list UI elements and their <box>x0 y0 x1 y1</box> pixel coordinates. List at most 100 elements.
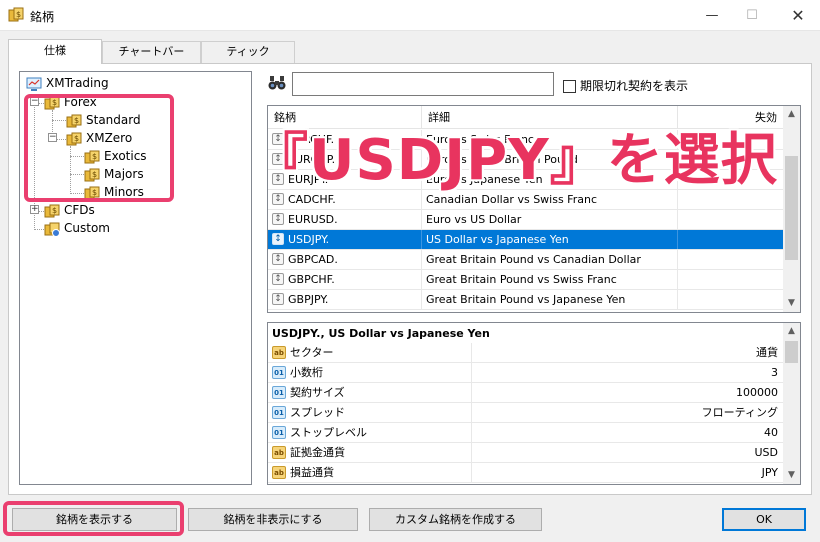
property-label: 小数桁 <box>290 366 323 379</box>
symbol-cell: ↕ GBPCHF. <box>268 270 422 289</box>
properties-scrollbar[interactable]: ▲ ▼ <box>783 323 800 484</box>
property-value: 通貨 <box>756 346 778 359</box>
property-label: スプレッド <box>290 406 345 419</box>
tree-label: XMTrading <box>46 76 109 90</box>
tree-node-custom[interactable]: Custom <box>44 219 110 237</box>
property-row[interactable]: 01 ストップレベル 40 <box>268 423 784 443</box>
tab-specification[interactable]: 仕様 <box>8 39 102 64</box>
symbol-cell: ↕ USDJPY. <box>268 230 422 249</box>
show-expired-checkbox[interactable] <box>563 80 576 93</box>
property-row[interactable]: ab 証拠金通貨 USD <box>268 443 784 463</box>
symbol-name: GBPJPY. <box>288 293 329 306</box>
hide-symbol-button[interactable]: 銘柄を非表示にする <box>188 508 358 531</box>
symbol-row-icon: ↕ <box>272 273 284 285</box>
window-title: 銘柄 <box>30 10 55 24</box>
title-bar: $ 銘柄 — ☐ ✕ <box>0 0 820 31</box>
show-symbol-button[interactable]: 銘柄を表示する <box>12 508 177 531</box>
show-expired-toggle[interactable]: 期限切れ契約を表示 <box>563 77 688 93</box>
property-name: 01 契約サイズ <box>268 383 472 402</box>
svg-text:$: $ <box>92 188 97 197</box>
search-input[interactable] <box>292 72 554 96</box>
symbols-table[interactable]: 銘柄 詳細 失効 ↕ EURCHF. Euro vs Swiss Franc ↕ EUR… <box>267 105 801 313</box>
binoculars-icon[interactable] <box>268 75 286 91</box>
symbol-cell: ↕ EURGBP. <box>268 150 422 169</box>
svg-text:$: $ <box>92 170 97 179</box>
property-name: 01 ストップレベル <box>268 423 472 442</box>
symbol-tree[interactable]: XMTrading − $ Forex $ Standard − $ XMZer… <box>19 71 252 485</box>
folder-symbol-icon: $ <box>84 168 100 181</box>
folder-symbol-icon: $ <box>66 114 82 127</box>
tree-node-xmzero[interactable]: $ XMZero <box>66 129 132 147</box>
scroll-down-arrow-icon[interactable]: ▼ <box>783 295 800 312</box>
folder-symbol-icon: $ <box>84 186 100 199</box>
table-row[interactable]: ↕ GBPCAD. Great Britain Pound vs Canadian … <box>268 250 784 270</box>
table-header: 銘柄 詳細 失効 <box>268 106 784 129</box>
symbol-name: EURJPY. <box>288 173 329 186</box>
svg-text:$: $ <box>52 98 57 107</box>
table-scrollbar[interactable]: ▲ ▼ <box>783 106 800 312</box>
property-row[interactable]: 01 小数桁 3 <box>268 363 784 383</box>
property-row[interactable]: ab 損益通貨 JPY <box>268 463 784 483</box>
table-row[interactable]: ↕ EURGBP. Euro vs Great Britain Pound <box>268 150 784 170</box>
expiration-cell <box>678 210 784 229</box>
table-row[interactable]: ↕ EURUSD. Euro vs US Dollar <box>268 210 784 230</box>
tab-chart-bars[interactable]: チャートバー <box>102 41 201 63</box>
scroll-thumb[interactable] <box>785 341 798 363</box>
property-label: 損益通貨 <box>290 466 334 479</box>
description-cell: Canadian Dollar vs Swiss Franc <box>422 190 678 209</box>
table-row[interactable]: ↕ GBPCHF. Great Britain Pound vs Swiss Fra… <box>268 270 784 290</box>
table-row[interactable]: ↕ GBPJPY. Great Britain Pound vs Japanese … <box>268 290 784 310</box>
scroll-up-arrow-icon[interactable]: ▲ <box>783 106 800 123</box>
property-value: JPY <box>761 466 778 479</box>
show-expired-label: 期限切れ契約を表示 <box>580 79 689 93</box>
tree-node-standard[interactable]: $ Standard <box>66 111 141 129</box>
expand-cfds-icon[interactable]: + <box>30 205 39 214</box>
tree-node-exotics[interactable]: $ Exotics <box>84 147 147 165</box>
tree-label: CFDs <box>64 203 95 217</box>
tree-node-xmtrading[interactable]: XMTrading <box>26 74 109 92</box>
minimize-button[interactable]: — <box>692 0 732 31</box>
tree-node-forex[interactable]: $ Forex <box>44 93 97 111</box>
column-header-symbol[interactable]: 銘柄 <box>268 106 422 129</box>
column-header-expiration[interactable]: 失効 <box>678 106 784 129</box>
symbol-name: GBPCAD. <box>288 253 338 266</box>
ok-button[interactable]: OK <box>722 508 806 531</box>
tree-node-majors[interactable]: $ Majors <box>84 165 144 183</box>
scroll-down-arrow-icon[interactable]: ▼ <box>783 467 800 484</box>
maximize-button[interactable]: ☐ <box>732 0 772 31</box>
close-button[interactable]: ✕ <box>778 0 818 31</box>
description-cell: Euro vs Japanese Yen <box>422 170 678 189</box>
table-row[interactable]: ↕ EURCHF. Euro vs Swiss Franc <box>268 130 784 150</box>
collapse-forex-icon[interactable]: − <box>30 97 39 106</box>
property-row[interactable]: ab セクター 通貨 <box>268 343 784 363</box>
property-row[interactable]: 01 スプレッド フローティング <box>268 403 784 423</box>
numeric-property-icon: 01 <box>272 386 286 399</box>
custom-symbol-icon <box>44 222 60 237</box>
scroll-up-arrow-icon[interactable]: ▲ <box>783 323 800 340</box>
property-label: セクター <box>290 346 334 359</box>
tree-node-cfds[interactable]: $ CFDs <box>44 201 95 219</box>
symbol-cell: ↕ EURJPY. <box>268 170 422 189</box>
expiration-cell <box>678 170 784 189</box>
description-cell: US Dollar vs Japanese Yen <box>422 230 678 249</box>
symbol-name: EURCHF. <box>288 133 335 146</box>
property-row[interactable]: 01 契約サイズ 100000 <box>268 383 784 403</box>
table-row[interactable]: ↕ EURJPY. Euro vs Japanese Yen <box>268 170 784 190</box>
tree-label: Minors <box>104 185 144 199</box>
symbol-name: USDJPY. <box>288 233 330 246</box>
numeric-property-icon: 01 <box>272 426 286 439</box>
scroll-thumb[interactable] <box>785 156 798 260</box>
tab-ticks[interactable]: ティック <box>201 41 295 63</box>
create-custom-symbol-button[interactable]: カスタム銘柄を作成する <box>369 508 542 531</box>
tree-node-minors[interactable]: $ Minors <box>84 183 144 201</box>
table-row[interactable]: ↕ CADCHF. Canadian Dollar vs Swiss Franc <box>268 190 784 210</box>
collapse-xmzero-icon[interactable]: − <box>48 133 57 142</box>
property-label: 証拠金通貨 <box>290 446 345 459</box>
expiration-cell <box>678 250 784 269</box>
symbols-app-icon: $ <box>8 7 24 22</box>
property-value: フローティング <box>701 406 778 419</box>
svg-text:$: $ <box>74 116 79 125</box>
column-header-description[interactable]: 詳細 <box>422 106 678 129</box>
table-row[interactable]: ↕ USDJPY. US Dollar vs Japanese Yen <box>268 230 784 250</box>
symbol-properties-grid[interactable]: USDJPY., US Dollar vs Japanese Yen ab セクタ… <box>267 322 801 485</box>
